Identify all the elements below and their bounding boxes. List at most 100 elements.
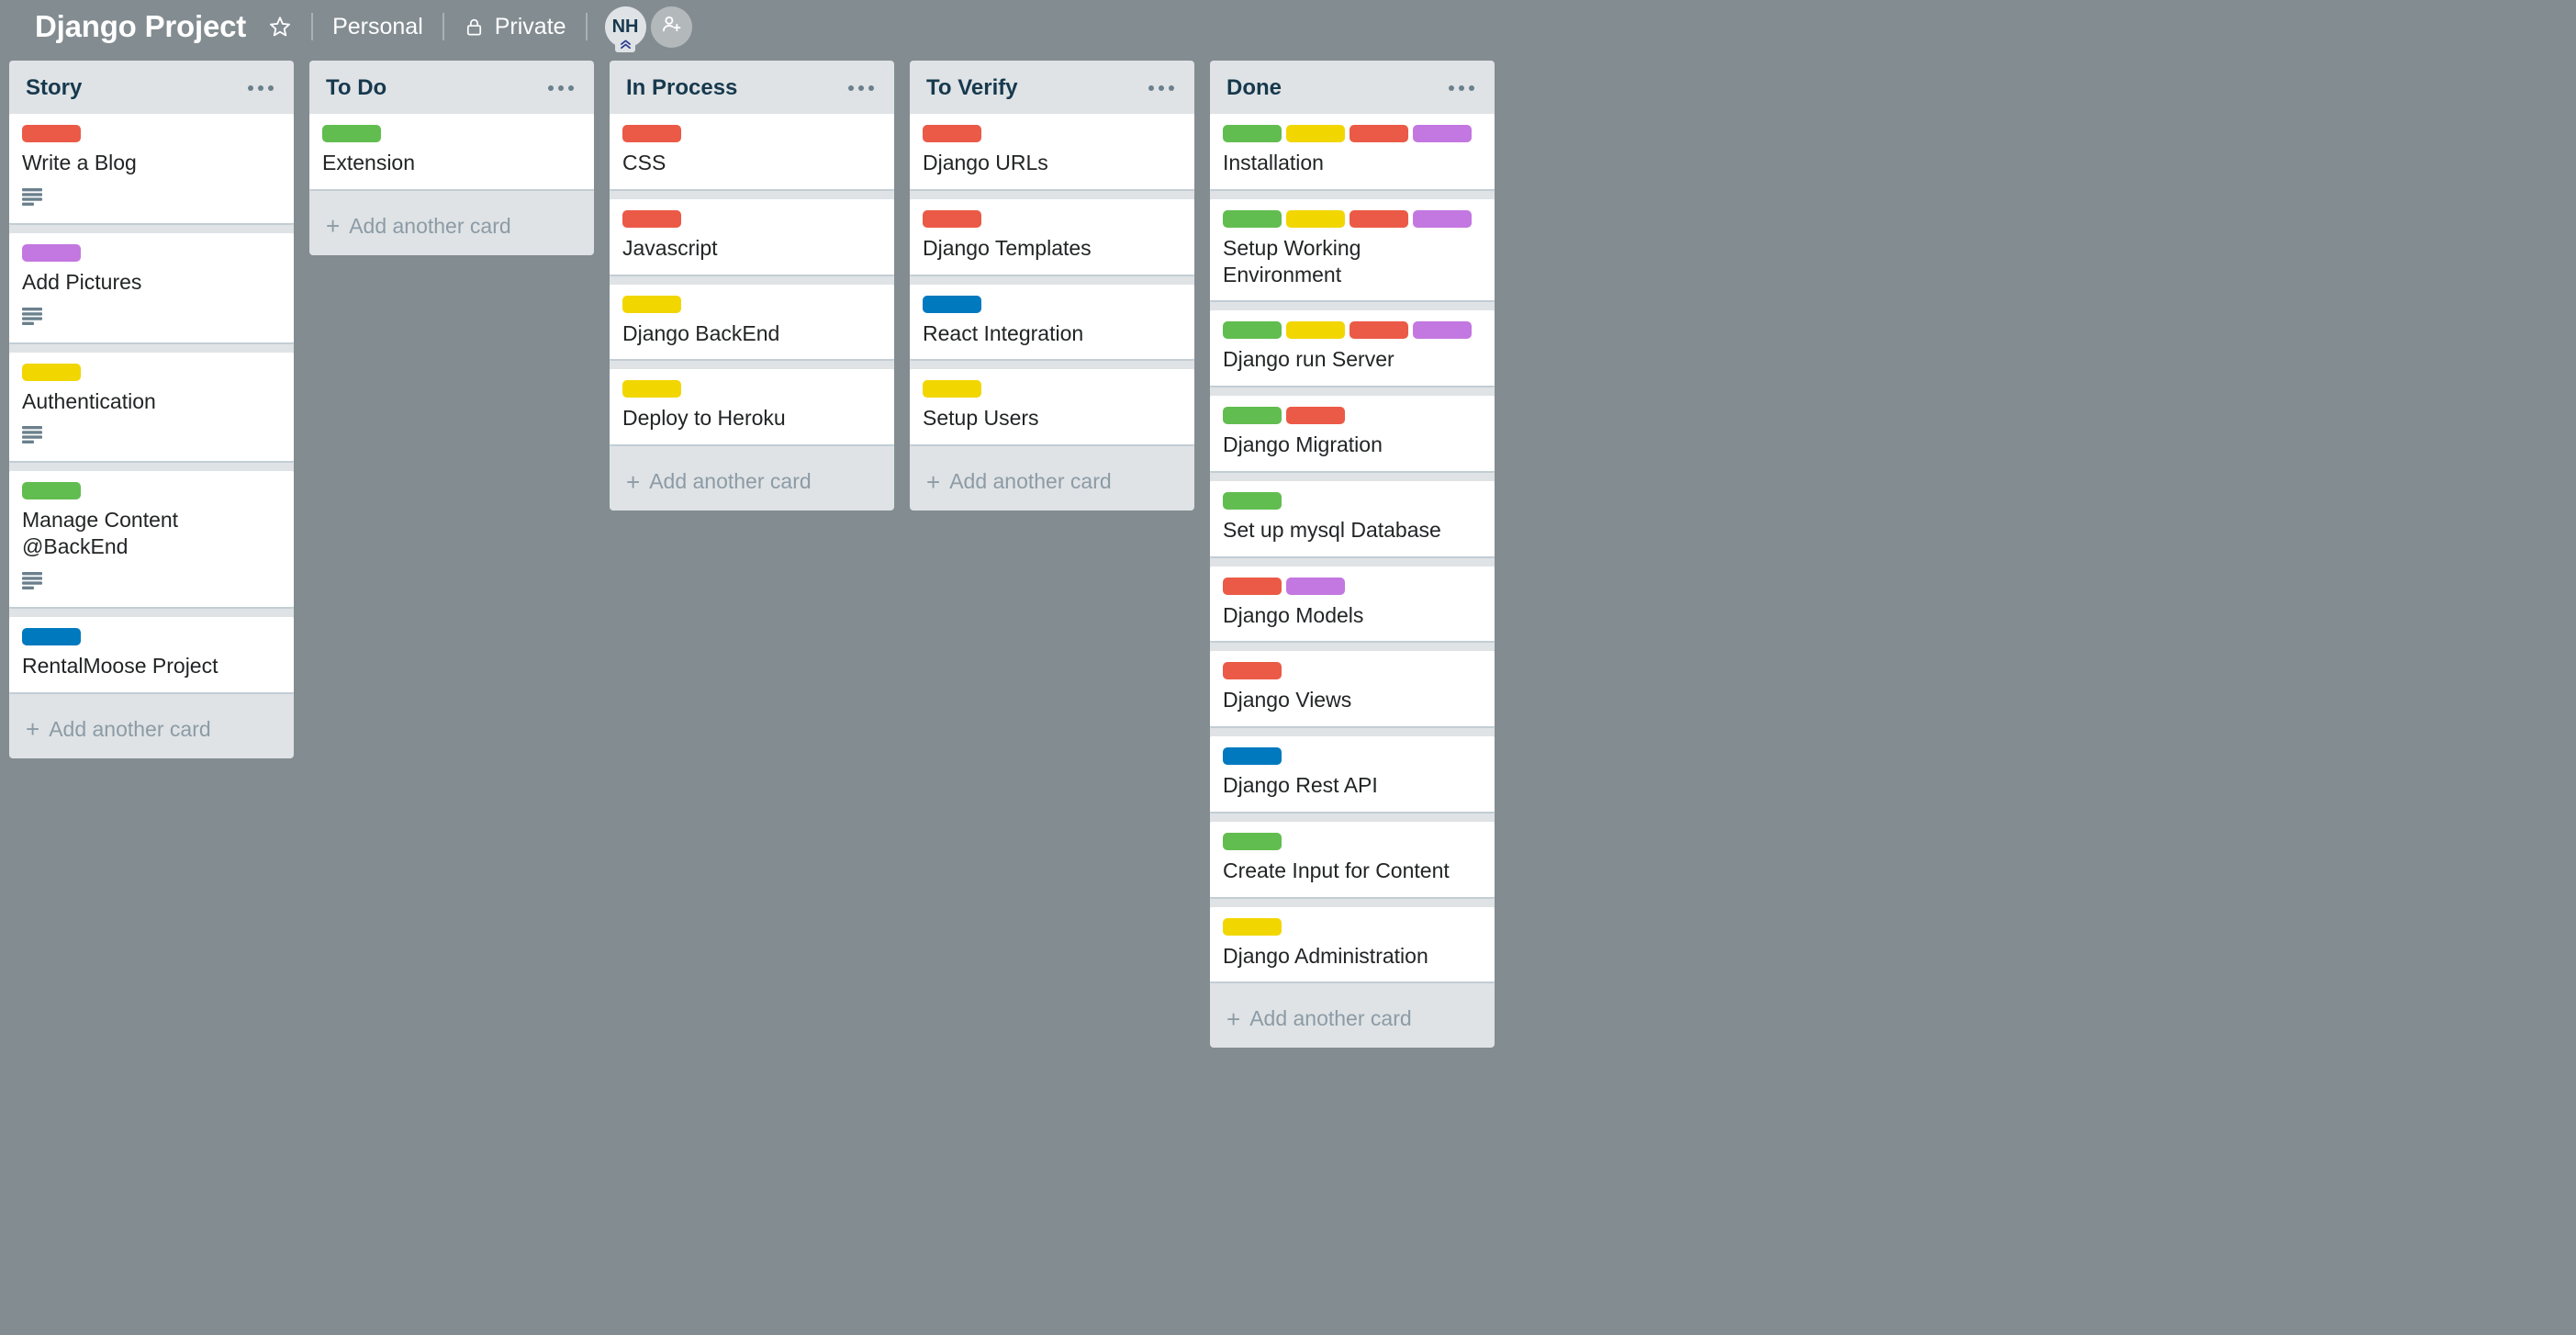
add-card-button[interactable]: +Add another card: [9, 702, 294, 758]
card-label-red[interactable]: [1350, 210, 1408, 228]
card-label-yellow[interactable]: [923, 380, 981, 398]
card-label-purple[interactable]: [1413, 210, 1472, 228]
card[interactable]: Django Migration: [1210, 396, 1495, 473]
card-labels: [923, 210, 1182, 228]
card-labels: [22, 125, 281, 142]
card-label-red[interactable]: [622, 125, 681, 142]
card-list: CSS Javascript Django BackEnd Deploy to Her…: [610, 114, 894, 454]
card-label-blue[interactable]: [923, 296, 981, 313]
add-card-button[interactable]: +Add another card: [910, 454, 1194, 510]
card-label-green[interactable]: [1223, 321, 1282, 339]
card-label-red[interactable]: [622, 210, 681, 228]
description-icon: [22, 426, 42, 448]
card[interactable]: Django URLs: [910, 114, 1194, 191]
visibility-label: Private: [495, 14, 566, 40]
card-title: Extension: [322, 150, 581, 176]
list-title[interactable]: Done: [1226, 75, 1282, 101]
list-menu-icon[interactable]: [1445, 80, 1478, 96]
plus-icon: +: [926, 470, 940, 494]
list-menu-icon[interactable]: [244, 80, 277, 96]
card-label-yellow[interactable]: [22, 364, 81, 381]
card[interactable]: Setup Working Environment: [1210, 199, 1495, 303]
card-title: React Integration: [923, 320, 1182, 347]
list-title[interactable]: In Process: [626, 75, 737, 101]
card[interactable]: Django Rest API: [1210, 736, 1495, 813]
card-label-yellow[interactable]: [1223, 918, 1282, 936]
card-label-red[interactable]: [1223, 578, 1282, 595]
card-labels: [1223, 578, 1482, 595]
card[interactable]: Write a Blog: [9, 114, 294, 225]
card[interactable]: Extension: [309, 114, 594, 191]
list-title[interactable]: To Verify: [926, 75, 1018, 101]
plus-icon: +: [26, 717, 39, 741]
list-menu-icon[interactable]: [845, 80, 878, 96]
card-title: Installation: [1223, 150, 1482, 176]
card[interactable]: Django Models: [1210, 567, 1495, 644]
card-title: Javascript: [622, 235, 881, 262]
card-labels: [923, 125, 1182, 142]
card-label-yellow[interactable]: [1286, 125, 1345, 142]
card-label-red[interactable]: [22, 125, 81, 142]
description-icon: [22, 188, 42, 210]
card[interactable]: Django Templates: [910, 199, 1194, 276]
card[interactable]: Javascript: [610, 199, 894, 276]
add-card-button[interactable]: +Add another card: [1210, 992, 1495, 1048]
card-label-green[interactable]: [1223, 125, 1282, 142]
card-label-red[interactable]: [1286, 407, 1345, 424]
card[interactable]: Django Administration: [1210, 907, 1495, 984]
card-label-green[interactable]: [1223, 833, 1282, 850]
card-label-red[interactable]: [923, 210, 981, 228]
board-canvas: Story Write a BlogAdd PicturesAuthenticat…: [0, 53, 2576, 1335]
card-label-yellow[interactable]: [1286, 321, 1345, 339]
list-title[interactable]: To Do: [326, 75, 386, 101]
list-title[interactable]: Story: [26, 75, 82, 101]
plus-icon: +: [1226, 1007, 1240, 1031]
add-card-button[interactable]: +Add another card: [610, 454, 894, 510]
avatar[interactable]: NH: [605, 6, 646, 48]
list-menu-icon[interactable]: [544, 80, 577, 96]
card-title: Django BackEnd: [622, 320, 881, 347]
card[interactable]: Django Views: [1210, 651, 1495, 728]
card[interactable]: Django BackEnd: [610, 285, 894, 362]
card[interactable]: Add Pictures: [9, 233, 294, 344]
card[interactable]: Django run Server: [1210, 310, 1495, 387]
card-label-yellow[interactable]: [622, 296, 681, 313]
card-label-red[interactable]: [1350, 125, 1408, 142]
card-label-yellow[interactable]: [622, 380, 681, 398]
card-label-yellow[interactable]: [1286, 210, 1345, 228]
card-label-green[interactable]: [1223, 407, 1282, 424]
card-label-purple[interactable]: [22, 244, 81, 262]
card[interactable]: Create Input for Content: [1210, 822, 1495, 899]
card-label-red[interactable]: [1223, 662, 1282, 679]
card-labels: [622, 125, 881, 142]
card-label-green[interactable]: [1223, 210, 1282, 228]
card[interactable]: Installation: [1210, 114, 1495, 191]
card[interactable]: CSS: [610, 114, 894, 191]
card-label-purple[interactable]: [1413, 125, 1472, 142]
list-menu-icon[interactable]: [1145, 80, 1178, 96]
add-card-button[interactable]: +Add another card: [309, 199, 594, 255]
card-label-green[interactable]: [22, 482, 81, 499]
workspace-button[interactable]: Personal: [319, 7, 436, 47]
add-member-button[interactable]: [651, 6, 692, 48]
card-label-green[interactable]: [322, 125, 381, 142]
card[interactable]: RentalMoose Project: [9, 617, 294, 694]
card[interactable]: Manage Content @BackEnd: [9, 471, 294, 609]
visibility-button[interactable]: Private: [451, 7, 579, 47]
card[interactable]: Deploy to Heroku: [610, 369, 894, 446]
card[interactable]: React Integration: [910, 285, 1194, 362]
card[interactable]: Authentication: [9, 353, 294, 464]
card-label-blue[interactable]: [1223, 747, 1282, 765]
card[interactable]: Set up mysql Database: [1210, 481, 1495, 558]
card-label-purple[interactable]: [1413, 321, 1472, 339]
card-title: Setup Users: [923, 405, 1182, 432]
card[interactable]: Setup Users: [910, 369, 1194, 446]
card-label-green[interactable]: [1223, 492, 1282, 510]
list-done: Done Installation Setup Working Environmen…: [1210, 61, 1495, 1048]
card-labels: [322, 125, 581, 142]
card-label-red[interactable]: [1350, 321, 1408, 339]
card-label-red[interactable]: [923, 125, 981, 142]
card-label-purple[interactable]: [1286, 578, 1345, 595]
star-board-button[interactable]: [255, 8, 305, 45]
card-label-blue[interactable]: [22, 628, 81, 645]
